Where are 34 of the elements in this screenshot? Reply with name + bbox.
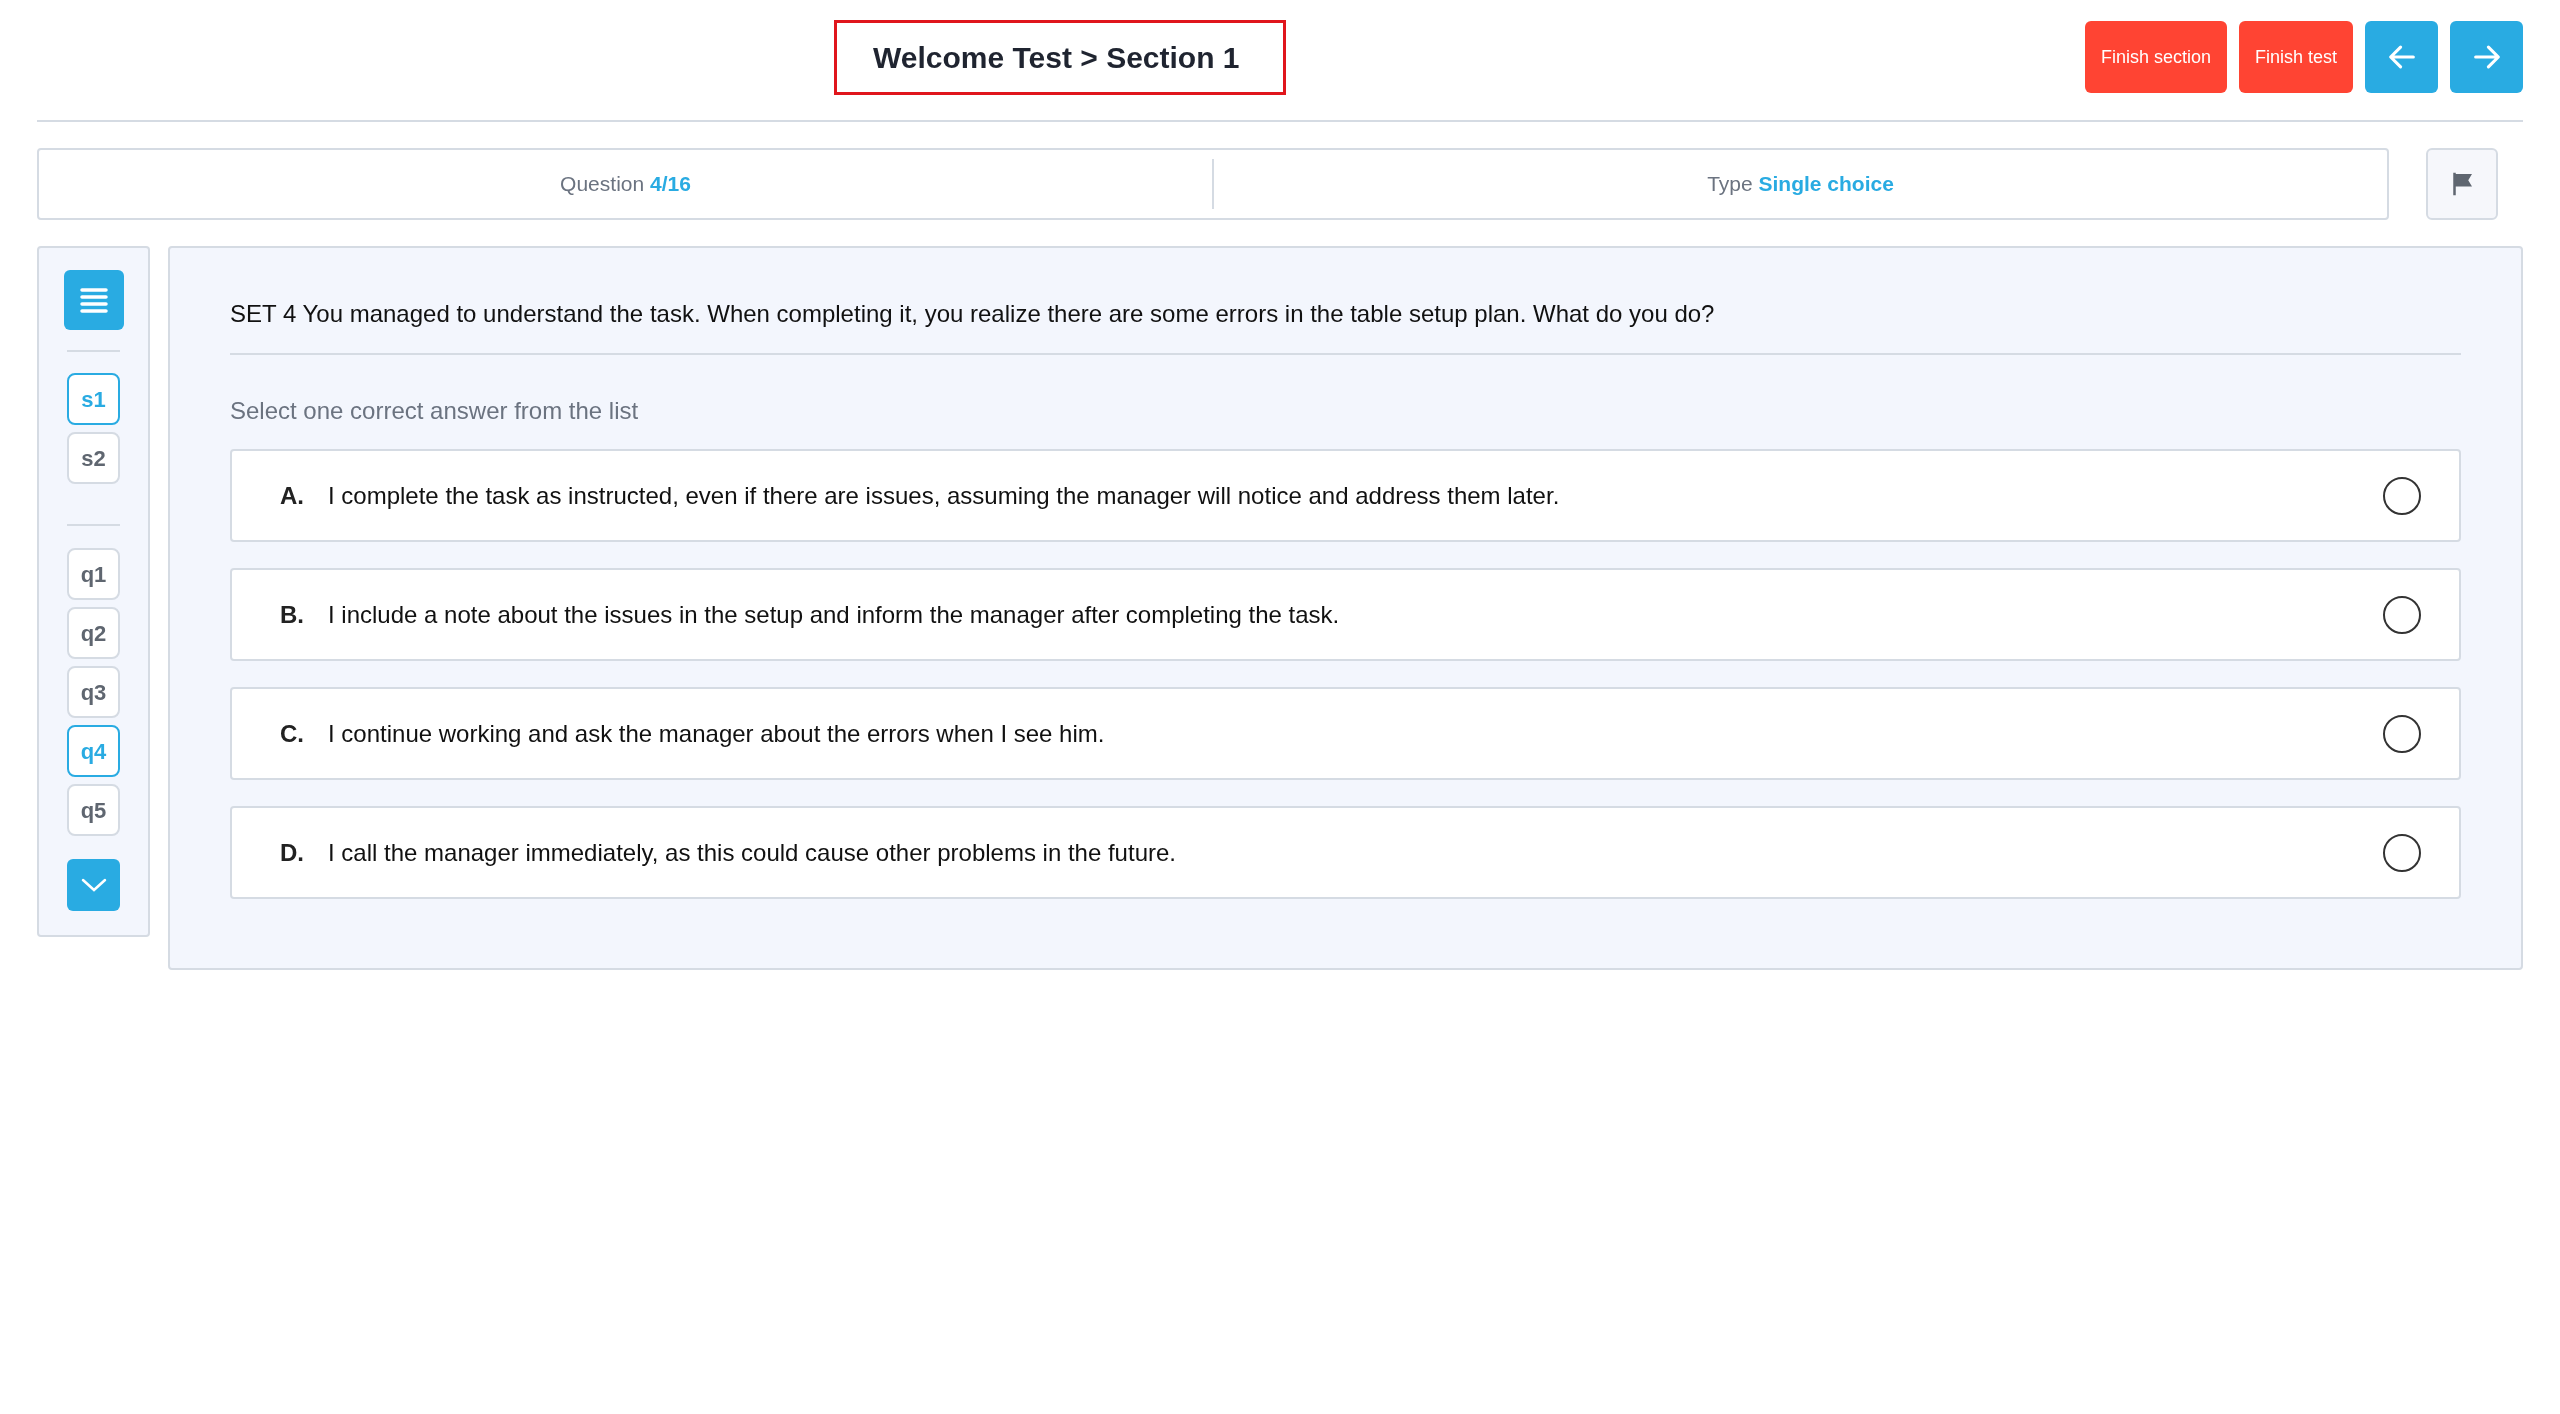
option-letter: C.	[280, 718, 305, 749]
option-text: I complete the task as instructed, even if there are issues, assuming the manager will notice and address them later.	[328, 480, 1561, 511]
option-text: I call the manager immediately, as this could cause other problems in the future.	[328, 837, 1177, 868]
option-text: I include a note about the issues in the setup and inform the manager after completing the task.	[328, 599, 1341, 630]
chevron-down-icon	[80, 878, 107, 892]
question-tab[interactable]: q1	[67, 548, 120, 600]
radio-button[interactable]	[2383, 476, 2421, 515]
option-letter: A.	[280, 480, 305, 511]
next-button[interactable]	[2450, 21, 2523, 93]
option-text: I continue working and ask the manager about the errors when I see him.	[328, 718, 1106, 749]
radio-button[interactable]	[2383, 714, 2421, 753]
radio-button[interactable]	[2383, 833, 2421, 872]
finish-button[interactable]: Finish test	[2238, 21, 2353, 93]
question-tab[interactable]: q3	[67, 666, 120, 718]
test-title: Welcome Test > Section 1	[834, 19, 1286, 95]
flag-button[interactable]	[2426, 148, 2498, 220]
menu-icon	[78, 286, 109, 314]
answer-option[interactable]: A. I complete the task as instructed, even if there are issues, assuming the manager will notice and address them later.	[230, 449, 2461, 542]
option-letter: D.	[280, 837, 305, 868]
instruction-text: Select one correct answer from the list	[230, 396, 640, 426]
previous-button[interactable]	[2365, 21, 2438, 93]
question-text: SET 4 You managed to understand the task. When completing it, you realize there are some errors in the table setup plan. What do you do?	[230, 299, 1716, 329]
question-counter: Question 4/16	[560, 172, 691, 196]
finish-button[interactable]: Finish section	[2084, 21, 2227, 93]
radio-button[interactable]	[2383, 595, 2421, 634]
question-tab[interactable]: q2	[67, 607, 120, 659]
option-letter: B.	[280, 599, 305, 630]
answer-option[interactable]: B. I include a note about the issues in the setup and inform the manager after completing the task.	[230, 568, 2461, 661]
menu-button[interactable]	[63, 270, 124, 330]
question-tab[interactable]: q5	[67, 784, 120, 836]
answer-option[interactable]: D. I call the manager immediately, as this could cause other problems in the future.	[230, 806, 2461, 899]
section-tab[interactable]: s2	[67, 432, 120, 484]
question-type: Type Single choice	[1707, 172, 1894, 196]
answer-option[interactable]: C. I continue working and ask the manager about the errors when I see him.	[230, 687, 2461, 780]
